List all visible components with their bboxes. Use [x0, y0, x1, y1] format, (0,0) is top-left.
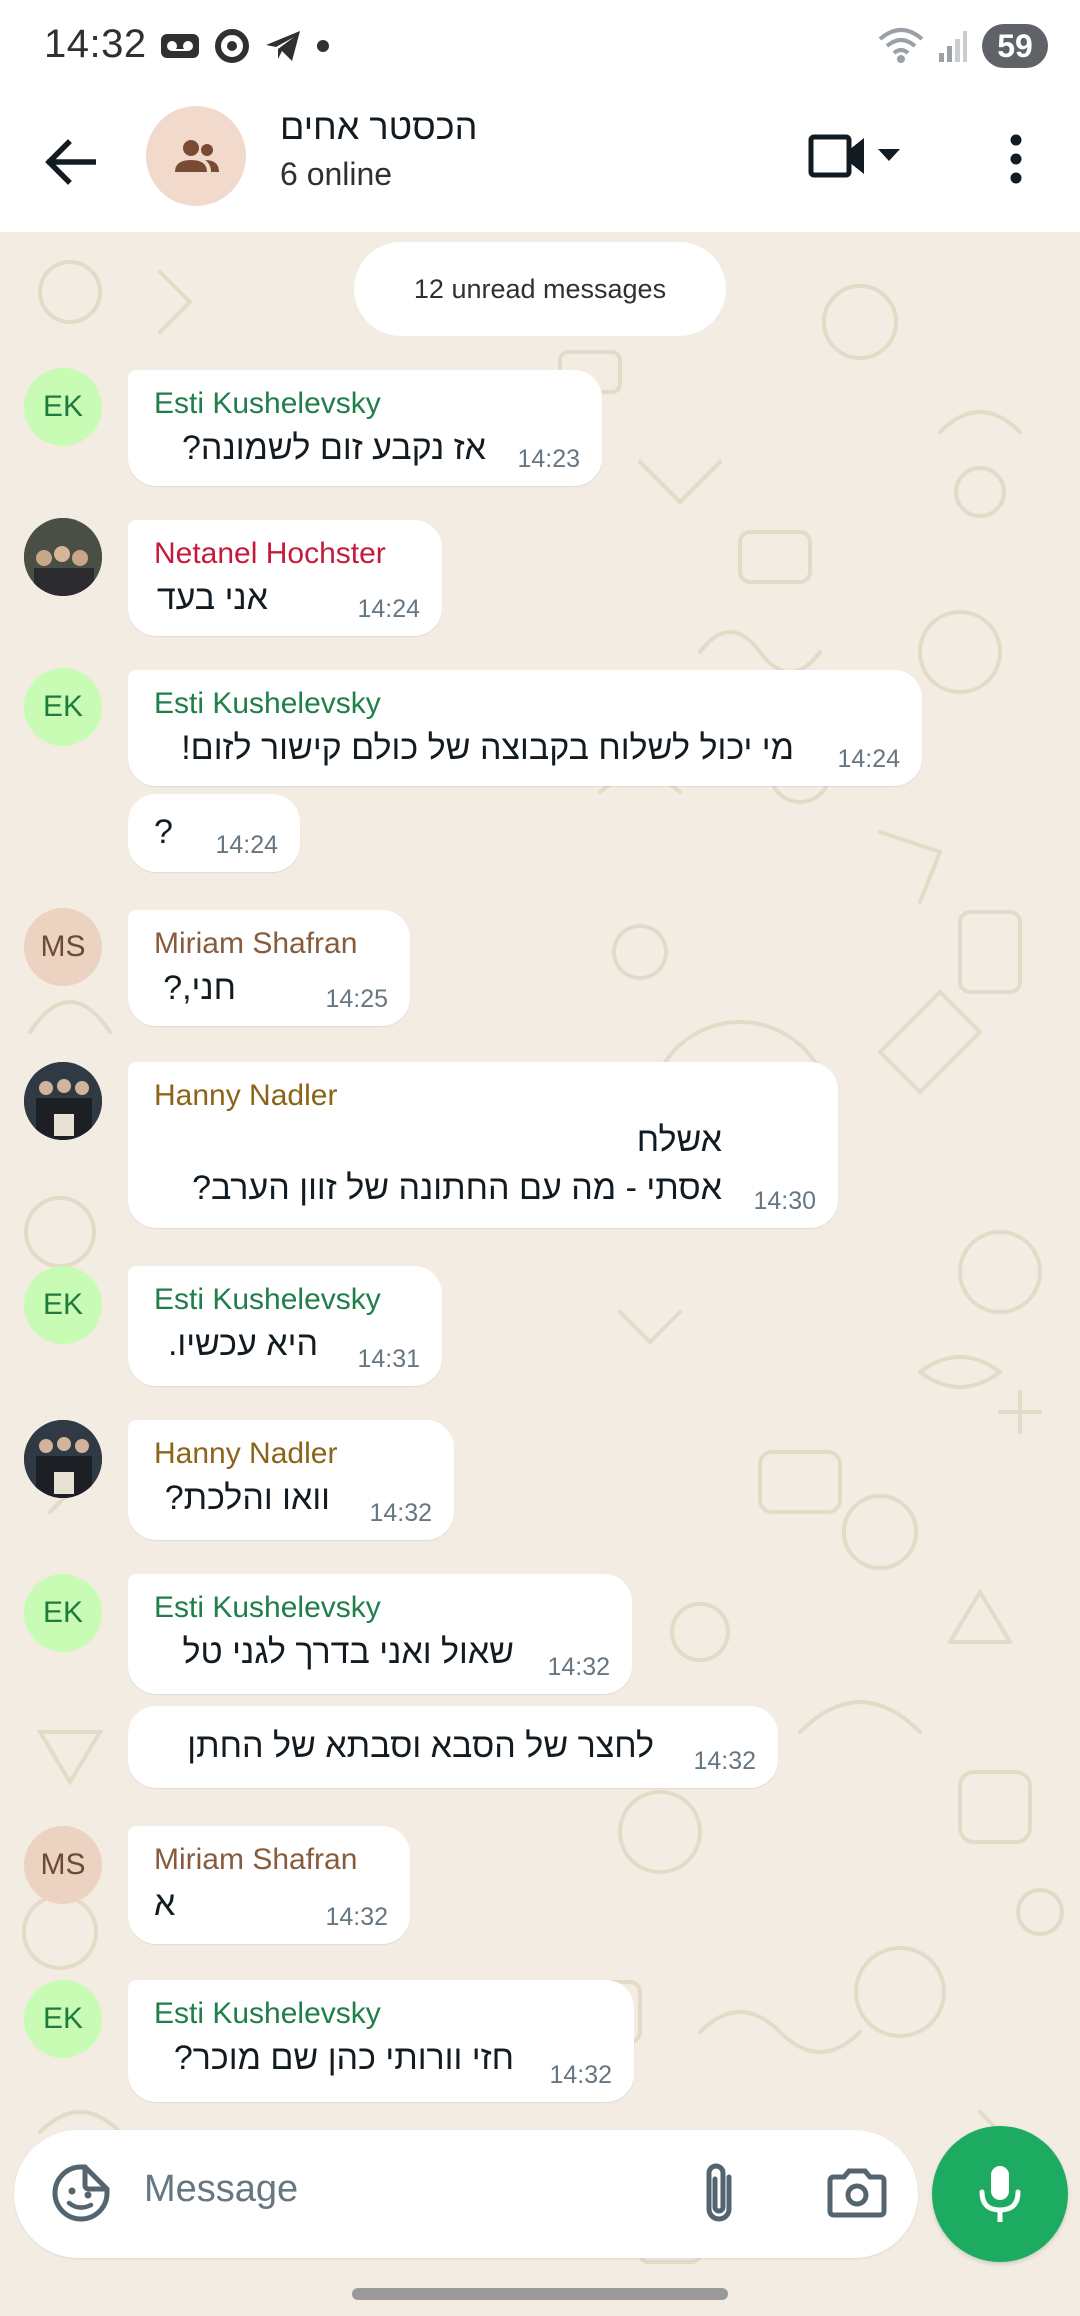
more-options-button[interactable]	[990, 126, 1042, 192]
message-time: 14:24	[837, 745, 900, 773]
camera-icon	[827, 2168, 887, 2218]
sender-name[interactable]: Esti Kushelevsky	[154, 1994, 610, 2034]
avatar[interactable]: MS	[24, 908, 102, 986]
sender-name[interactable]: Hanny Nadler	[154, 1076, 814, 1116]
mic-icon	[979, 2166, 1021, 2222]
profile-photo	[24, 1062, 102, 1140]
message-bubble[interactable]: ? 14:24	[128, 794, 300, 872]
message-bubble[interactable]: Miriam Shafran א 14:32	[128, 1826, 410, 1944]
message-bubble[interactable]: Netanel Hochster אני בעד 14:24	[128, 520, 442, 636]
group-name[interactable]: הכסטר אחים	[280, 106, 477, 148]
sender-name[interactable]: Esti Kushelevsky	[154, 1588, 608, 1628]
back-arrow-icon	[45, 139, 96, 185]
avatar[interactable]: EK	[24, 368, 102, 446]
message-time: 14:32	[693, 1747, 756, 1775]
system-icons: 59	[878, 24, 1048, 68]
message-bubble[interactable]: Esti Kushelevsky היא עכשיו. 14:31	[128, 1266, 442, 1386]
status-time: 14:32	[44, 22, 147, 66]
sticker-button[interactable]	[48, 2160, 114, 2226]
message-bubble[interactable]: Esti Kushelevsky שאול ואני בדרך לגני טל …	[128, 1574, 632, 1694]
camera-button[interactable]	[822, 2160, 892, 2226]
more-vert-icon	[1010, 134, 1022, 184]
video-call-icon	[808, 134, 864, 178]
avatar[interactable]: EK	[24, 668, 102, 746]
message-text: לחצר של הסבא וסבתא של החתן	[187, 1727, 654, 1765]
voicemail-icon	[161, 34, 199, 58]
message-bubble[interactable]: Esti Kushelevsky מי יכול לשלוח בקבוצה של…	[128, 670, 922, 786]
wifi-icon	[878, 28, 924, 63]
avatar[interactable]	[24, 1062, 102, 1140]
message-time: 14:24	[215, 831, 278, 859]
message-text: אשלח	[636, 1121, 722, 1159]
signal-icon	[939, 31, 967, 62]
message-composer[interactable]: Message	[14, 2130, 918, 2258]
attach-button[interactable]	[686, 2158, 752, 2230]
avatar[interactable]: EK	[24, 1574, 102, 1652]
battery-indicator: 59	[982, 24, 1048, 68]
message-time: 14:24	[357, 595, 420, 623]
message-text: מי יכול לשלוח בקבוצה של כולם קישור לזום!	[181, 729, 794, 767]
message-bubble[interactable]: Esti Kushelevsky חזי וורותי כהן שם מוכר?…	[128, 1980, 634, 2102]
message-text: שאול ואני בדרך לגני טל	[182, 1633, 514, 1671]
message-text: אז נקבע זום לשמונה?	[182, 429, 486, 467]
sender-name[interactable]: Netanel Hochster	[154, 534, 418, 574]
attach-icon	[706, 2163, 732, 2222]
message-bubble[interactable]: Miriam Shafran חני,? 14:25	[128, 910, 410, 1026]
message-time: 14:31	[357, 1345, 420, 1373]
group-icon	[175, 140, 219, 172]
video-call-button[interactable]	[808, 126, 928, 186]
voice-message-button[interactable]	[932, 2126, 1068, 2262]
sender-name[interactable]: Miriam Shafran	[154, 1840, 386, 1880]
message-bubble[interactable]: לחצר של הסבא וסבתא של החתן 14:32	[128, 1706, 778, 1788]
message-time: 14:32	[547, 1653, 610, 1681]
dot-icon	[317, 40, 329, 52]
message-text: חזי וורותי כהן שם מוכר?	[173, 2039, 514, 2077]
sender-name[interactable]: Miriam Shafran	[154, 924, 386, 964]
sender-name[interactable]: Esti Kushelevsky	[154, 684, 898, 724]
message-time: 14:30	[753, 1187, 816, 1215]
profile-photo	[24, 1420, 102, 1498]
notification-icons	[160, 28, 330, 64]
unread-messages-banner: 12 unread messages	[354, 242, 726, 336]
sync-icon	[215, 29, 249, 63]
message-bubble[interactable]: Hanny Nadler וואו והלכת? 14:32	[128, 1420, 454, 1540]
message-time: 14:32	[549, 2061, 612, 2089]
chat-area[interactable]: 12 unread messages EK Esti Kushelevsky א…	[0, 232, 1080, 2316]
message-time: 14:25	[325, 985, 388, 1013]
group-online-status: 6 online	[280, 156, 393, 192]
chat-header: הכסטר אחים 6 online	[0, 96, 1080, 232]
message-bubble[interactable]: Esti Kushelevsky אז נקבע זום לשמונה? 14:…	[128, 370, 602, 486]
sticker-icon	[52, 2164, 110, 2222]
message-text-line-2: אסתי - מה עם החתונה של זוון הערב?	[192, 1169, 722, 1207]
sender-name[interactable]: Hanny Nadler	[154, 1434, 430, 1474]
dropdown-icon	[878, 149, 900, 161]
group-avatar[interactable]	[146, 106, 246, 206]
back-button[interactable]	[34, 126, 106, 198]
home-indicator[interactable]	[352, 2288, 728, 2300]
sender-name[interactable]: Esti Kushelevsky	[154, 1280, 418, 1320]
avatar[interactable]: EK	[24, 1266, 102, 1344]
message-input[interactable]: Message	[144, 2168, 298, 2211]
avatar[interactable]: EK	[24, 1980, 102, 2058]
status-bar: 14:32 59	[0, 0, 1080, 96]
avatar[interactable]	[24, 1420, 102, 1498]
telegram-icon	[266, 31, 300, 61]
message-time: 14:32	[369, 1499, 432, 1527]
profile-photo	[24, 518, 102, 596]
message-time: 14:23	[517, 445, 580, 473]
message-time: 14:32	[325, 1903, 388, 1931]
sender-name[interactable]: Esti Kushelevsky	[154, 384, 578, 424]
avatar[interactable]: MS	[24, 1826, 102, 1904]
message-bubble[interactable]: Hanny Nadler אשלח אסתי - מה עם החתונה של…	[128, 1062, 838, 1228]
avatar[interactable]	[24, 518, 102, 596]
